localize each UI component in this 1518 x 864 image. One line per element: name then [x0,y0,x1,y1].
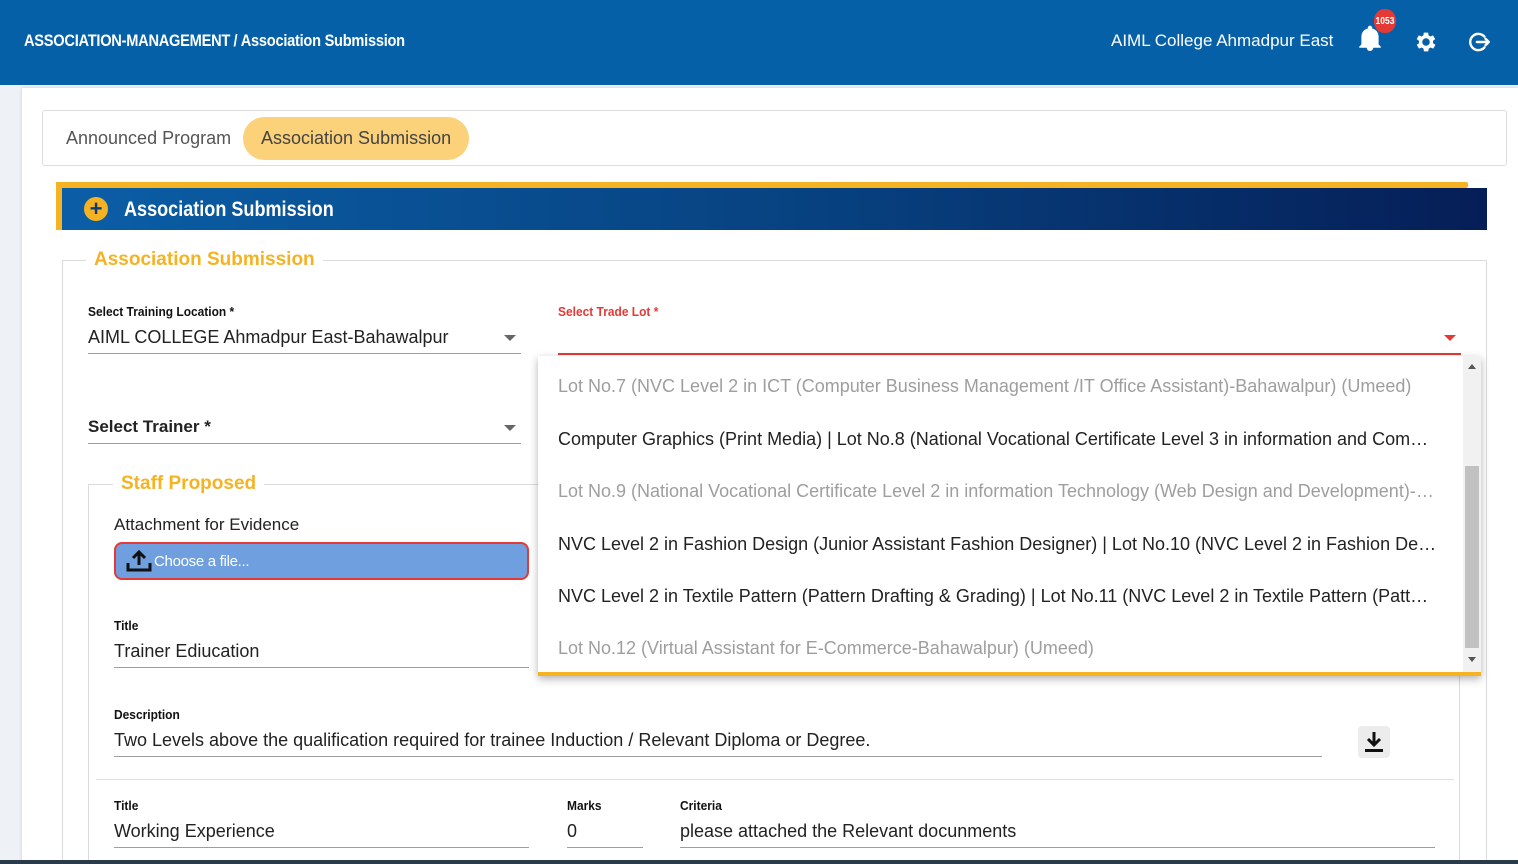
staff-legend: Staff Proposed [113,473,265,495]
fieldset-legend: Association Submission [86,249,323,271]
chevron-down-icon[interactable] [1444,335,1456,341]
dropdown-option[interactable]: Computer Graphics (Print Media) | Lot No… [558,429,1438,450]
plus-icon[interactable]: + [84,197,108,221]
gear-icon[interactable] [1412,28,1440,56]
dropdown-option[interactable]: NVC Level 2 in Fashion Design (Junior As… [558,534,1438,555]
notification-badge: 1053 [1373,9,1397,33]
bottom-strip [0,860,1518,864]
description-label: Description [114,707,180,722]
training-location-underline [88,353,521,354]
row-divider [96,779,1454,780]
row2-title-field[interactable]: Working Experience [114,821,275,842]
dropdown-option[interactable]: NVC Level 2 in Textile Pattern (Pattern … [558,586,1438,607]
chevron-down-icon[interactable] [504,335,516,341]
row2-title-underline [114,847,529,848]
breadcrumb-page: Association Submission [240,31,405,50]
marks-label: Marks [567,798,602,813]
training-location-select[interactable]: AIML COLLEGE Ahmadpur East-Bahawalpur [88,327,449,348]
breadcrumb-separator: / [233,31,238,50]
upload-icon [126,550,152,572]
breadcrumb: ASSOCIATION-MANAGEMENT / Association Submi… [24,31,405,51]
criteria-label: Criteria [680,798,722,813]
trade-lot-dropdown[interactable]: Lot No.7 (NVC Level 2 in ICT (Computer B… [538,356,1481,676]
title-label: Title [114,618,139,633]
scroll-up-arrow-icon[interactable] [1468,364,1476,369]
dropdown-option: Lot No.12 (Virtual Assistant for E-Comme… [558,638,1094,658]
trade-lot-underline [558,353,1461,355]
description-field[interactable]: Two Levels above the qualification requi… [114,730,870,751]
dropdown-option: Lot No.7 (NVC Level 2 in ICT (Computer B… [558,376,1412,396]
trainer-select[interactable]: Select Trainer * [88,417,211,437]
section-banner[interactable]: + Association Submission [62,188,1487,230]
tab-announced-program[interactable]: Announced Program [48,117,249,160]
trade-lot-label: Select Trade Lot * [558,304,659,319]
trade-lot-select[interactable] [558,327,1438,351]
criteria-field[interactable]: please attached the Relevant docunments [680,821,1016,842]
choose-file-button[interactable]: Choose a file... [114,542,529,580]
marks-underline [567,847,643,848]
scroll-thumb[interactable] [1465,466,1479,648]
trainer-underline [88,443,521,444]
banner-title: Association Submission [124,198,334,221]
title-underline [114,667,529,668]
title-field[interactable]: Trainer Ediucation [114,641,259,662]
marks-field[interactable]: 0 [567,821,577,842]
download-button[interactable] [1358,726,1390,758]
scroll-down-arrow-icon[interactable] [1468,657,1476,662]
training-location-label: Select Training Location * [88,304,235,319]
attachment-label: Attachment for Evidence [114,515,300,534]
tab-bar: Announced Program Association Submission [42,110,1507,166]
dropdown-option: Lot No.9 (National Vocational Certificat… [558,481,1438,501]
chevron-down-icon[interactable] [504,425,516,431]
description-underline [114,756,1322,757]
logout-icon[interactable] [1465,28,1493,56]
college-name: AIML College Ahmadpur East [1111,31,1334,50]
download-icon [1365,732,1383,752]
choose-file-label: Choose a file... [154,552,250,570]
breadcrumb-module[interactable]: ASSOCIATION-MANAGEMENT [24,31,230,50]
tab-association-submission[interactable]: Association Submission [243,117,470,160]
criteria-underline [680,847,1435,848]
top-header: ASSOCIATION-MANAGEMENT / Association Submi… [0,0,1518,85]
dropdown-scrollbar[interactable] [1463,356,1481,672]
row2-title-label: Title [114,798,139,813]
